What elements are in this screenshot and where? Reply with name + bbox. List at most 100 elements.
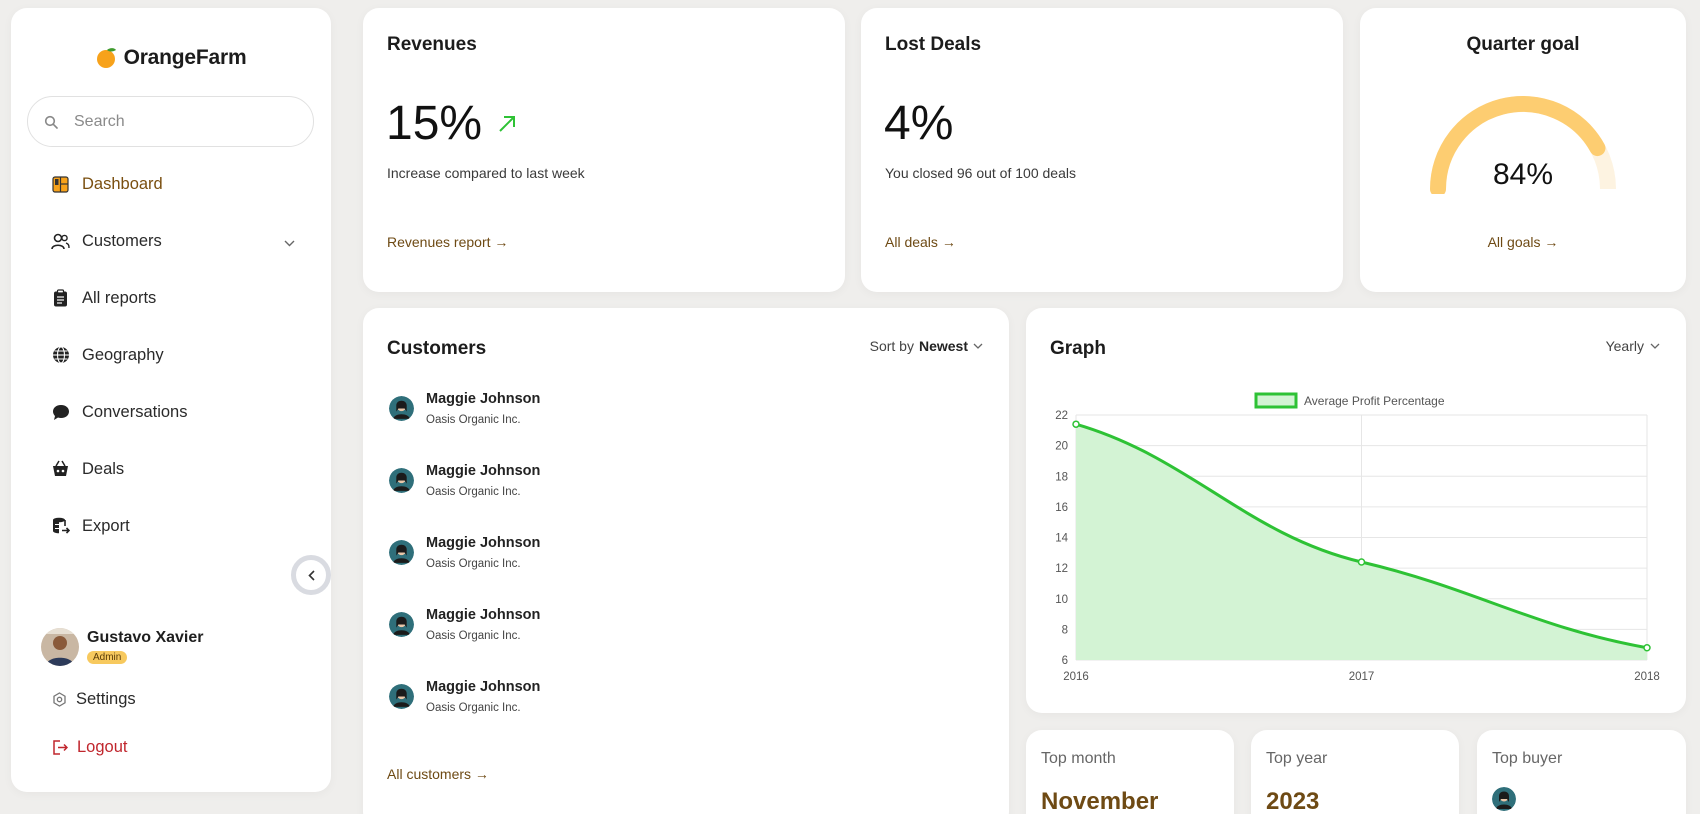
goal-value: 84%: [1492, 158, 1554, 191]
user-name: Gustavo Xavier: [87, 629, 204, 646]
sidebar-item-customers[interactable]: Customers: [51, 227, 162, 255]
arrow-right-icon: →: [1544, 234, 1559, 250]
all-goals-link[interactable]: All goals →: [1360, 234, 1686, 250]
revenues-report-link[interactable]: Revenues report →: [387, 234, 508, 250]
logout-button[interactable]: Logout: [52, 738, 127, 757]
link-label: All customers: [387, 766, 472, 782]
sidebar-item-label: Export: [82, 516, 130, 535]
revenues-card: Revenues 15% Increase compared to last w…: [363, 8, 845, 292]
sidebar-item-label: Dashboard: [82, 174, 163, 193]
sidebar-item-deals[interactable]: Deals: [51, 455, 124, 483]
arrow-right-icon: →: [474, 766, 489, 782]
sort-prefix: Sort by: [869, 338, 914, 354]
customer-company: Oasis Organic Inc.: [426, 414, 521, 426]
list-item[interactable]: Maggie Johnson Oasis Organic Inc.: [389, 607, 540, 642]
sidebar-item-export[interactable]: Export: [51, 512, 130, 540]
customer-company: Oasis Organic Inc.: [426, 630, 521, 642]
clipboard-icon: [51, 289, 70, 308]
all-deals-link[interactable]: All deals →: [885, 234, 956, 250]
y-tick-label: 10: [1055, 594, 1068, 606]
basket-icon: [51, 460, 70, 479]
logout-label: Logout: [77, 738, 128, 756]
card-title: Quarter goal: [1466, 34, 1580, 55]
card-subtitle: Increase compared to last week: [387, 165, 585, 181]
card-title: Customers: [387, 338, 487, 359]
data-point: [1643, 644, 1651, 652]
y-tick-label: 20: [1055, 441, 1068, 453]
settings-button[interactable]: Settings: [52, 690, 136, 709]
y-tick-label: 8: [1062, 624, 1068, 636]
card-subtitle: You closed 96 out of 100 deals: [885, 165, 1076, 181]
quarter-goal-card: Quarter goal 84% All goals →: [1360, 8, 1686, 292]
top-year-card: Top year 2023: [1251, 730, 1459, 814]
y-tick-label: 22: [1055, 410, 1068, 422]
chevron-down-icon: [973, 343, 983, 349]
x-tick-label: 2016: [1063, 671, 1089, 683]
avatar[interactable]: [1492, 787, 1516, 811]
sort-dropdown[interactable]: Sort by Newest: [870, 338, 983, 354]
y-tick-label: 18: [1055, 471, 1068, 483]
sidebar-item-label: Customers: [82, 231, 162, 250]
card-label: Top buyer: [1492, 750, 1563, 767]
sidebar-item-conversations[interactable]: Conversations: [51, 398, 187, 426]
y-tick-label: 12: [1055, 563, 1068, 575]
list-item[interactable]: Maggie Johnson Oasis Organic Inc.: [389, 535, 540, 570]
top-month-value: November: [1041, 788, 1159, 814]
settings-label: Settings: [76, 690, 136, 708]
card-label: Top month: [1041, 750, 1116, 767]
users-icon: [51, 232, 70, 251]
brand-logo[interactable]: OrangeFarm: [11, 46, 331, 70]
sidebar-item-label: Conversations: [82, 402, 188, 421]
role-badge: Admin: [87, 651, 128, 664]
x-tick-label: 2017: [1349, 671, 1375, 683]
legend-label: Average Profit Percentage: [1304, 394, 1445, 408]
search-input[interactable]: [74, 112, 274, 131]
sidebar-item-all-reports[interactable]: All reports: [51, 284, 156, 312]
list-item[interactable]: Maggie Johnson Oasis Organic Inc.: [389, 391, 540, 426]
data-point: [1357, 558, 1366, 566]
sidebar-item-dashboard[interactable]: Dashboard: [51, 170, 163, 198]
avatar: [389, 396, 414, 421]
list-item[interactable]: Maggie Johnson Oasis Organic Inc.: [389, 679, 540, 714]
y-tick-label: 6: [1062, 655, 1068, 667]
logout-icon: [53, 740, 68, 755]
customer-name: Maggie Johnson: [426, 463, 541, 479]
customer-company: Oasis Organic Inc.: [426, 702, 521, 714]
sidebar: OrangeFarm Dashboard Customers All repor…: [11, 8, 331, 792]
card-title: Revenues: [387, 34, 477, 55]
sort-value: Newest: [918, 338, 968, 354]
data-point: [1072, 420, 1080, 428]
search-box[interactable]: [27, 96, 314, 147]
arrow-right-icon: →: [941, 234, 956, 250]
x-tick-label: 2018: [1634, 671, 1660, 683]
card-label: Top year: [1266, 750, 1328, 767]
top-buyer-card: Top buyer: [1477, 730, 1686, 814]
legend-swatch: [1254, 392, 1298, 409]
chevron-left-icon: [307, 569, 315, 581]
customer-company: Oasis Organic Inc.: [426, 558, 521, 570]
customer-name: Maggie Johnson: [426, 535, 541, 551]
all-customers-link[interactable]: All customers →: [387, 766, 489, 782]
database-export-icon: [51, 517, 70, 536]
sidebar-collapse-button[interactable]: [291, 555, 331, 595]
customer-name: Maggie Johnson: [426, 607, 541, 623]
sidebar-item-label: Deals: [82, 459, 125, 478]
link-label: Revenues report: [387, 234, 491, 250]
chevron-down-icon[interactable]: [284, 240, 295, 247]
avatar: [389, 468, 414, 493]
brand-name: OrangeFarm: [123, 46, 247, 69]
customer-name: Maggie Johnson: [426, 391, 541, 407]
link-label: All deals: [885, 234, 938, 250]
list-item[interactable]: Maggie Johnson Oasis Organic Inc.: [389, 463, 540, 498]
avatar: [389, 684, 414, 709]
orange-icon: [96, 48, 116, 68]
customers-card: Customers Sort by Newest Maggie Johnson O…: [363, 308, 1009, 814]
link-label: All goals: [1487, 234, 1541, 250]
sidebar-item-geography[interactable]: Geography: [51, 341, 164, 369]
avatar: [389, 612, 414, 637]
globe-icon: [51, 346, 70, 365]
customer-company: Oasis Organic Inc.: [426, 486, 521, 498]
stat-value: 15%: [386, 97, 483, 150]
user-profile[interactable]: Gustavo Xavier Admin: [41, 628, 204, 666]
customer-name: Maggie Johnson: [426, 679, 541, 695]
